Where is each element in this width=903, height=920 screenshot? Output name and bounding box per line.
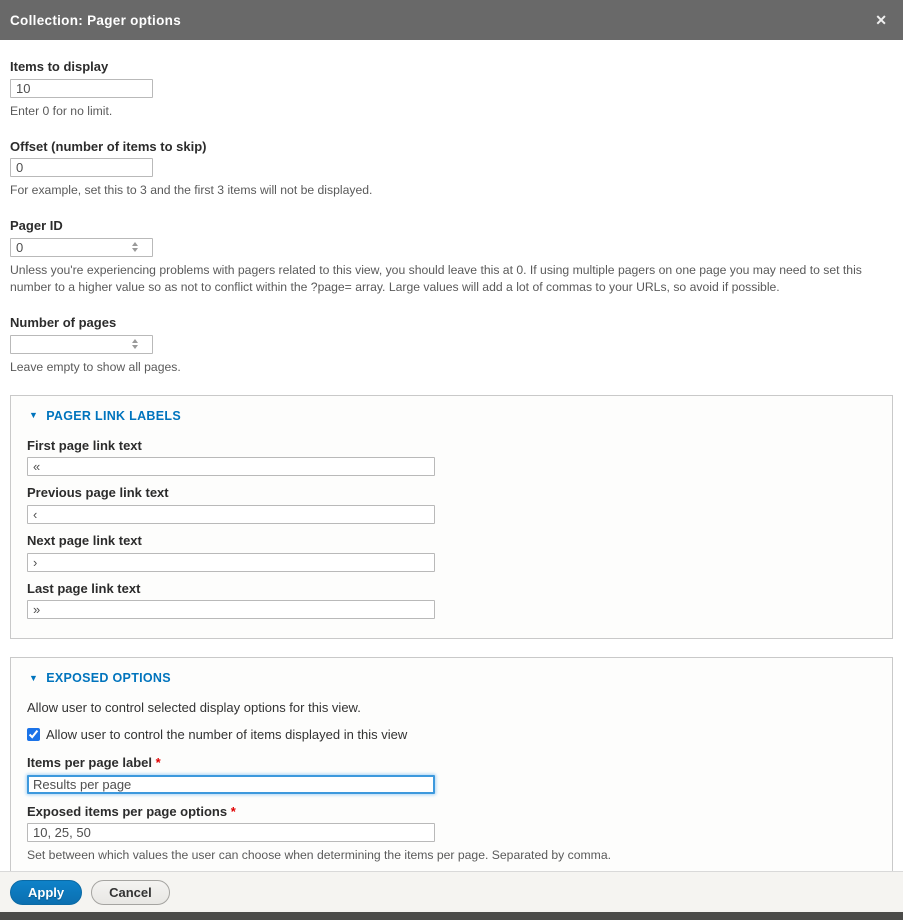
number-spinner-icon[interactable] (132, 339, 138, 349)
exposed-items-options-group: Exposed items per page options * Set bet… (27, 804, 876, 865)
offset-help: For example, set this to 3 and the first… (10, 182, 890, 199)
dialog-buttonpane: Apply Cancel (0, 871, 903, 912)
offset-label: Offset (number of items to skip) (10, 139, 893, 155)
exposed-options-legend[interactable]: ▼ EXPOSED OPTIONS (29, 671, 876, 685)
items-to-display-help: Enter 0 for no limit. (10, 103, 890, 120)
cancel-button[interactable]: Cancel (91, 880, 170, 905)
exposed-items-options-input[interactable] (27, 823, 435, 842)
next-page-link-input[interactable] (27, 553, 435, 572)
collapse-arrow-icon: ▼ (29, 674, 38, 683)
items-per-page-label-label: Items per page label * (27, 755, 876, 771)
first-page-link-input[interactable] (27, 457, 435, 476)
dialog-title: Collection: Pager options (10, 13, 181, 28)
control-items-checkbox-label[interactable]: Allow user to control the number of item… (46, 727, 407, 742)
items-to-display-label: Items to display (10, 59, 893, 75)
required-mark: * (231, 804, 236, 819)
first-page-link-label: First page link text (27, 438, 876, 454)
control-items-checkbox[interactable] (27, 728, 40, 741)
pager-link-labels-fieldset: ▼ PAGER LINK LABELS First page link text… (10, 395, 893, 639)
next-page-link-label: Next page link text (27, 533, 876, 549)
required-mark: * (156, 755, 161, 770)
pager-options-dialog: Collection: Pager options ✕ Items to dis… (0, 0, 903, 912)
exposed-options-legend-text: EXPOSED OPTIONS (46, 671, 171, 685)
next-page-link-group: Next page link text (27, 533, 876, 572)
first-page-link-group: First page link text (27, 438, 876, 477)
dialog-titlebar: Collection: Pager options ✕ (0, 0, 903, 40)
last-page-link-input[interactable] (27, 600, 435, 619)
offset-group: Offset (number of items to skip) For exa… (10, 139, 893, 200)
items-to-display-input[interactable] (10, 79, 153, 98)
items-to-display-group: Items to display Enter 0 for no limit. (10, 59, 893, 120)
pager-id-label: Pager ID (10, 218, 893, 234)
items-per-page-label-text: Items per page label (27, 755, 152, 770)
previous-page-link-input[interactable] (27, 505, 435, 524)
number-of-pages-group: Number of pages Leave empty to show all … (10, 315, 893, 376)
number-of-pages-label: Number of pages (10, 315, 893, 331)
items-per-page-label-input[interactable] (27, 775, 435, 794)
dialog-content: Items to display Enter 0 for no limit. O… (0, 40, 903, 912)
apply-button[interactable]: Apply (10, 880, 82, 905)
last-page-link-group: Last page link text (27, 581, 876, 620)
pager-id-group: Pager ID Unless you're experiencing prob… (10, 218, 893, 296)
previous-page-link-group: Previous page link text (27, 485, 876, 524)
collapse-arrow-icon: ▼ (29, 411, 38, 420)
exposed-items-options-label: Exposed items per page options * (27, 804, 876, 820)
number-of-pages-help: Leave empty to show all pages. (10, 359, 890, 376)
exposed-options-description: Allow user to control selected display o… (27, 700, 876, 715)
previous-page-link-label: Previous page link text (27, 485, 876, 501)
close-icon[interactable]: ✕ (871, 11, 891, 29)
last-page-link-label: Last page link text (27, 581, 876, 597)
pager-id-help: Unless you're experiencing problems with… (10, 262, 890, 296)
exposed-items-options-label-text: Exposed items per page options (27, 804, 227, 819)
number-spinner-icon[interactable] (132, 242, 138, 252)
pager-link-labels-legend[interactable]: ▼ PAGER LINK LABELS (29, 409, 876, 423)
items-per-page-label-group: Items per page label * (27, 755, 876, 794)
offset-input[interactable] (10, 158, 153, 177)
pager-link-labels-legend-text: PAGER LINK LABELS (46, 409, 181, 423)
control-items-checkbox-row: Allow user to control the number of item… (27, 727, 876, 742)
exposed-items-options-help: Set between which values the user can ch… (27, 847, 876, 864)
